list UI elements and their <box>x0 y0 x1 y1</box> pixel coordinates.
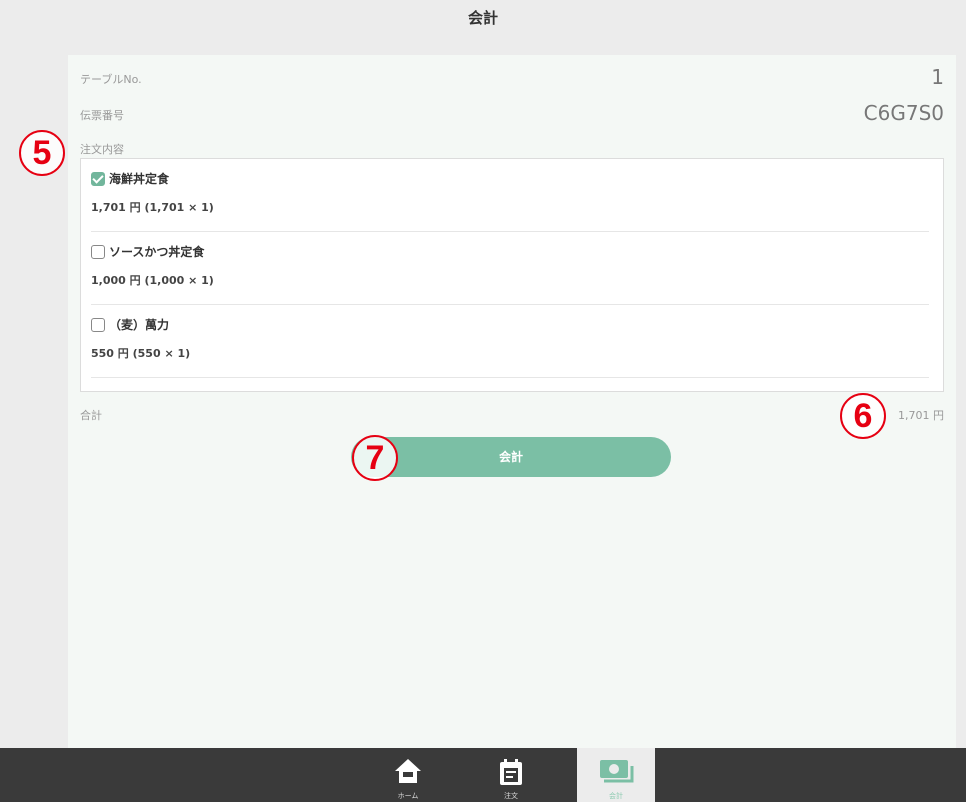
item-checkbox[interactable] <box>91 171 105 186</box>
item-checkbox[interactable] <box>91 244 105 259</box>
order-item[interactable]: ソースかつ丼定食 1,000 円 (1,000 × 1) <box>91 232 929 305</box>
item-price: 1,701 円 (1,701 × 1) <box>91 201 214 214</box>
order-item[interactable]: 海鮮丼定食 1,701 円 (1,701 × 1) <box>91 159 929 232</box>
total-label: 合計 <box>80 409 102 422</box>
nav-item-checkout[interactable]: 会計 <box>577 748 655 802</box>
item-price: 550 円 (550 × 1) <box>91 347 191 360</box>
order-list: 海鮮丼定食 1,701 円 (1,701 × 1) ソースかつ丼定食 1,000… <box>80 158 944 392</box>
home-icon <box>394 758 422 788</box>
item-name: 海鮮丼定食 <box>109 172 170 186</box>
slip-number-label: 伝票番号 <box>80 109 124 122</box>
order-contents-label: 注文内容 <box>80 143 124 156</box>
nav-item-label: 注文 <box>504 792 518 800</box>
nav-item-label: 会計 <box>609 792 623 800</box>
checkout-button[interactable]: 会計 <box>351 437 671 477</box>
annotation-marker-5: 5 <box>19 130 65 176</box>
page-title: 会計 <box>467 9 498 27</box>
annotation-marker-7: 7 <box>352 435 398 481</box>
bottom-nav: ホーム 注文 会計 <box>0 748 966 802</box>
cash-icon <box>598 758 634 788</box>
item-name: （麦）萬力 <box>109 318 170 332</box>
nav-item-home[interactable]: ホーム <box>369 748 447 802</box>
table-number-value: 1 <box>931 65 944 89</box>
table-number-label: テーブルNo. <box>80 73 142 86</box>
nav-item-order[interactable]: 注文 <box>472 748 550 802</box>
order-item[interactable]: （麦）萬力 550 円 (550 × 1) <box>91 305 929 378</box>
total-value: 1,701 円 <box>898 409 944 422</box>
nav-item-label: ホーム <box>397 792 419 800</box>
annotation-marker-6: 6 <box>840 393 886 439</box>
item-price: 1,000 円 (1,000 × 1) <box>91 274 214 287</box>
order-list-icon <box>498 758 524 790</box>
checkout-panel: テーブルNo. 1 伝票番号 C6G7S0 注文内容 海鮮丼定食 1,701 円… <box>68 55 956 748</box>
item-name: ソースかつ丼定食 <box>109 245 205 259</box>
slip-number-value: C6G7S0 <box>863 101 944 125</box>
item-checkbox[interactable] <box>91 317 105 332</box>
